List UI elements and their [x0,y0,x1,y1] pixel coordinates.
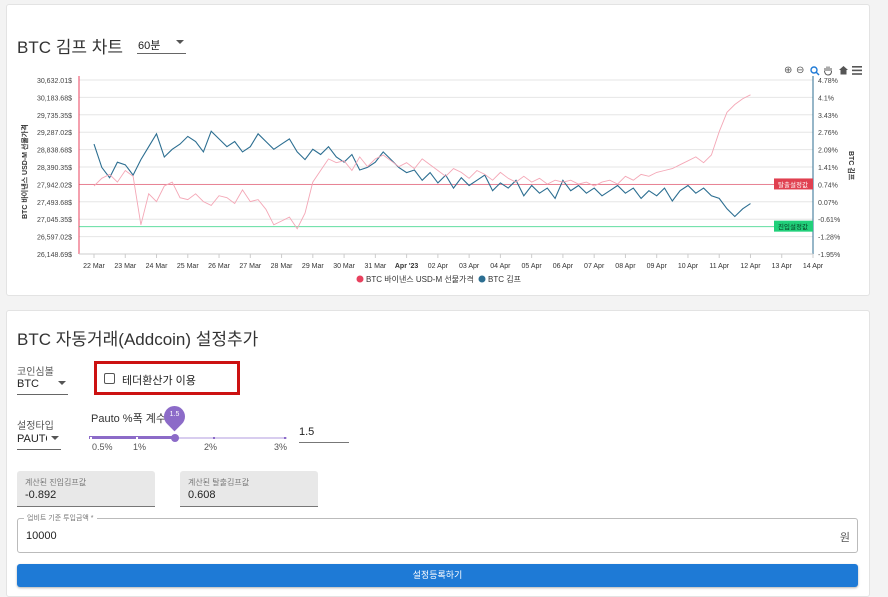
x-tick-label: 13 Apr [772,263,793,270]
chart-plot: 30,632.01$ 30,183.68$ 29,735.35$ 29,287.02$… [20,76,856,284]
x-tick-label: 22 Mar [83,263,105,270]
settings-title: BTC 자동거래(Addcoin) 설정추가 [17,330,259,349]
calc-exit-field: 계산된 탈출김프값 0.608 [180,471,318,507]
setting-type-select[interactable]: PAUTO [17,433,61,450]
right-tick-label: -1.28% [818,235,840,242]
x-tick-label: 04 Apr [490,263,511,270]
coin-symbol-label: 코인심볼 [17,367,54,378]
left-tick-label: 26,148.69$ [37,252,72,259]
calc-exit-label: 계산된 탈출김프값 [188,478,250,487]
right-tick-label: 0.07% [818,200,838,207]
x-tick-label: 28 Mar [271,263,293,270]
x-tick-label: 27 Mar [239,263,261,270]
legend-label-premium: BTC 김프 [488,274,521,284]
chevron-down-icon [58,381,66,385]
calc-entry-label: 계산된 진입김프값 [25,478,87,487]
buy-amount-field[interactable]: 업비트 기준 투입금액 * 10000 원 [17,513,858,553]
slider-thumb[interactable] [171,434,179,442]
tether-checkbox-highlight: 테더환산가 이용 [94,361,240,395]
right-axis-ticks: 4.78% 4.1% 3.43% 2.76% 2.09% 1.41% 0.74% 0.07% -… [818,78,840,259]
slider-mark-0: 0.5% [92,442,113,452]
settings-card: BTC 자동거래(Addcoin) 설정추가 코인심볼 BTC 테더환산가 이용… [6,310,870,597]
submit-settings-button[interactable]: 설정등록하기 [17,564,858,587]
left-tick-label: 28,390.35$ [37,165,72,172]
x-tick-label: 09 Apr [647,263,668,270]
x-tick-label: 08 Apr [615,263,636,270]
calc-exit-value: 0.608 [188,489,216,501]
right-tick-label: 2.76% [818,130,838,137]
factor-slider[interactable]: 1.5 [89,401,289,445]
left-tick-label: 30,632.01$ [37,78,72,85]
factor-input[interactable]: 1.5 [299,426,349,443]
x-tick-label: 11 Apr [709,263,729,270]
right-tick-label: 4.78% [818,78,838,85]
coin-symbol-select[interactable]: BTC [17,378,68,395]
legend-marker-premium [478,275,486,283]
buy-amount-label: 업비트 기준 투입금액 * [24,513,97,523]
right-tick-label: 0.74% [818,182,838,189]
right-tick-label: -1.95% [818,252,840,259]
right-tick-label: 3.43% [818,113,838,120]
left-tick-label: 26,597.02$ [37,235,72,242]
threshold-lines: 탈출설정값진입설정값 [79,178,813,232]
x-tick-label: 12 Apr [740,263,761,270]
x-tick-label: 10 Apr [678,263,699,270]
x-tick-label: 29 Mar [302,263,324,270]
setting-type-label: 설정타입 [17,421,54,432]
left-axis-ticks: 30,632.01$ 30,183.68$ 29,735.35$ 29,287.02$… [37,78,72,259]
slider-track [89,436,175,439]
x-tick-label: 02 Apr [428,263,449,270]
chart-card: BTC 김프 차트 60분 ⊕ ⊖ 30,632.01$ 30,183.68$ 29… [6,4,870,296]
x-tick-label: Apr '23 [395,263,419,270]
buy-amount-unit: 원 [839,532,850,544]
setting-type-value: PAUTO [17,433,47,445]
left-axis-title: BTC 바이낸스 USD-M 선물가격 [20,124,29,219]
slider-mark-2: 2% [204,442,218,452]
calc-entry-value: -0.892 [25,489,57,501]
x-tick-label: 25 Mar [177,263,199,270]
right-tick-label: -0.61% [818,217,840,224]
premium-series-line [93,130,751,218]
coin-symbol-value: BTC [17,378,39,390]
x-tick-label: 07 Apr [584,263,605,270]
calc-entry-field: 계산된 진입김프값 -0.892 [17,471,155,507]
left-tick-label: 29,287.02$ [37,130,72,137]
buy-amount-value[interactable]: 10000 [26,530,57,542]
exit-threshold-label: 탈출설정값 [778,180,808,189]
x-tick-label: 24 Mar [146,263,168,270]
legend-marker-futures [356,275,364,283]
x-tick-label: 31 Mar [364,263,386,270]
slider-value-badge-text: 1.5 [169,411,180,418]
left-tick-label: 27,493.68$ [37,200,72,207]
right-tick-label: 2.09% [818,148,838,155]
x-tick-label: 23 Mar [114,263,136,270]
left-tick-label: 27,942.02$ [37,182,72,189]
legend-label-futures: BTC 바이낸스 USD-M 선물가격 [366,274,474,284]
x-tick-label: 03 Apr [459,263,480,270]
grid-layer [78,76,814,255]
right-axis-title: BTC 김프 [847,151,856,181]
right-tick-label: 4.1% [818,95,834,102]
x-tick-label: 06 Apr [553,263,574,270]
x-tick-label: 30 Mar [333,263,355,270]
slider-mark-3: 3% [274,442,288,452]
x-tick-label: 26 Mar [208,263,230,270]
x-axis-ticks: 22 Mar 23 Mar 24 Mar 25 Mar 26 Mar 27 Mar 28 M… [83,254,824,270]
x-tick-label: 14 Apr [803,263,824,270]
left-tick-label: 30,183.68$ [37,95,72,102]
slider-mark-1: 1% [133,442,147,452]
left-tick-label: 29,735.35$ [37,113,72,120]
chevron-down-icon [51,436,59,440]
legend: BTC 바이낸스 USD-M 선물가격 BTC 김프 [356,274,521,284]
x-tick-label: 05 Apr [522,263,543,270]
left-tick-label: 27,045.35$ [37,217,72,224]
entry-threshold-label: 진입설정값 [778,222,808,231]
right-tick-label: 1.41% [818,165,838,172]
tether-checkbox-label: 테더환산가 이용 [122,375,196,387]
left-tick-label: 28,838.68$ [37,148,72,155]
tether-checkbox[interactable] [104,373,115,384]
slider-label: Pauto %폭 계수 [91,413,166,425]
